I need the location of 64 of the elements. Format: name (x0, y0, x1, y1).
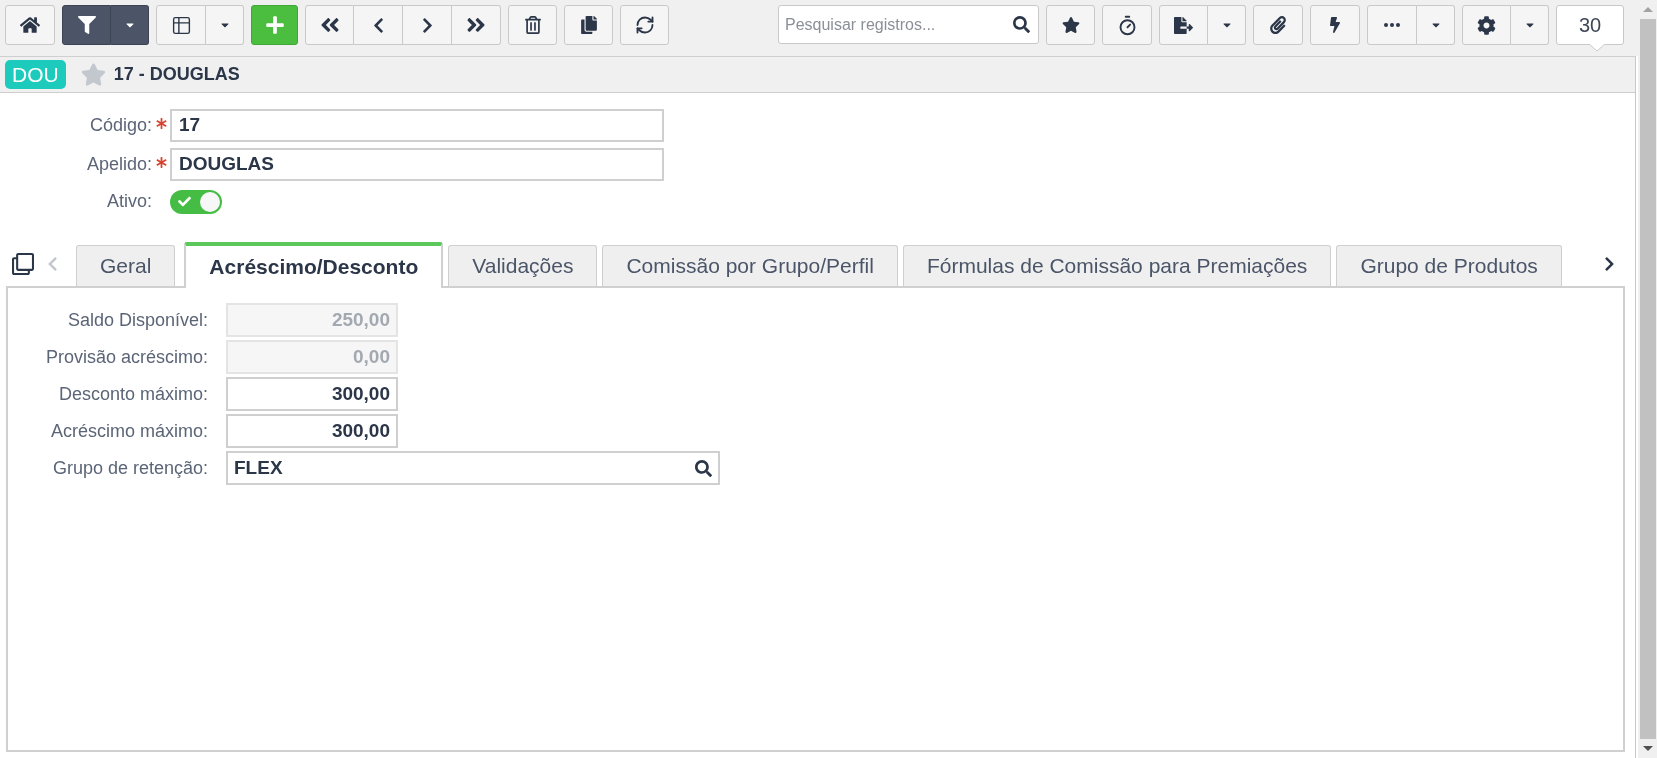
lightning-icon (1327, 17, 1343, 33)
input-field[interactable]: 17 (170, 109, 664, 142)
timer-button[interactable] (1102, 5, 1152, 45)
copy-icon (579, 16, 598, 34)
home-icon (20, 15, 40, 35)
tab[interactable]: Geral (76, 245, 176, 286)
refresh-button[interactable] (620, 5, 669, 45)
field-label: Código: (88, 114, 152, 137)
settings-icon (1477, 15, 1496, 35)
tab[interactable]: Grupo de Produtos (1336, 245, 1562, 286)
input-field[interactable]: DOUGLAS (170, 148, 664, 181)
scroll-down-arrow-icon[interactable] (1642, 746, 1653, 751)
field-label: Apelido: (85, 153, 152, 176)
refresh-icon (634, 15, 655, 35)
first-record-button[interactable] (305, 5, 354, 45)
settings-button[interactable] (1462, 5, 1511, 45)
tab[interactable]: Validações (448, 245, 598, 286)
input-field[interactable]: 300,00 (226, 377, 398, 411)
search-field[interactable]: Pesquisar registros... (778, 5, 1039, 44)
paperclip-icon (1269, 16, 1287, 34)
field-label: Acréscimo máximo: (49, 419, 208, 443)
export-button[interactable] (1159, 5, 1208, 45)
star-icon[interactable] (80, 62, 106, 87)
last-record-button[interactable] (452, 5, 501, 45)
delete-button[interactable] (508, 5, 557, 45)
previous-record-button[interactable] (354, 5, 403, 45)
next-record-button[interactable] (403, 5, 452, 45)
field-label: Provisão acréscimo: (44, 345, 208, 369)
input-field[interactable]: 300,00 (226, 414, 398, 448)
tab[interactable]: Acréscimo/Desconto (184, 242, 444, 288)
ellipsis-icon (1384, 23, 1400, 27)
search-icon[interactable] (695, 459, 712, 477)
filter-button[interactable] (62, 5, 111, 45)
tab[interactable]: Fórmulas de Comissão para Premiações (902, 245, 1332, 286)
attachment-button[interactable] (1253, 5, 1303, 45)
tab[interactable]: Comissão por Grupo/Perfil (602, 245, 898, 286)
check-icon (178, 195, 191, 208)
page-size-field[interactable]: 30 (1556, 5, 1624, 45)
field-label: Desconto máximo: (57, 382, 208, 406)
search-icon[interactable] (1013, 16, 1030, 33)
home-button[interactable] (5, 5, 55, 45)
scrollbar-thumb[interactable] (1639, 19, 1656, 739)
record-badge: DOU (5, 60, 66, 89)
trash-icon (523, 16, 542, 34)
plus-icon (264, 15, 285, 35)
lookup-field[interactable]: FLEX (226, 451, 720, 485)
field-label: Saldo Disponível: (66, 308, 208, 332)
filter-icon (77, 16, 96, 34)
copy-icon[interactable] (12, 253, 34, 275)
add-button[interactable] (251, 5, 298, 45)
favorite-button[interactable] (1046, 5, 1095, 45)
table-icon (170, 14, 192, 36)
grid-view-button[interactable] (156, 5, 206, 45)
field-label: Ativo: (105, 190, 152, 213)
field-label: Grupo de retenção: (51, 456, 208, 480)
actions-button[interactable] (1310, 5, 1360, 45)
file-export-icon (1174, 15, 1193, 35)
chevron-right-icon[interactable] (1604, 256, 1615, 272)
duplicate-button[interactable] (564, 5, 613, 45)
pointer-tail-icon (1589, 43, 1605, 52)
record-title: 17 - DOUGLAS (113, 63, 240, 86)
toggle-switch[interactable] (170, 189, 222, 214)
scrollbar[interactable] (1638, 0, 1657, 758)
star-icon (1061, 16, 1080, 34)
